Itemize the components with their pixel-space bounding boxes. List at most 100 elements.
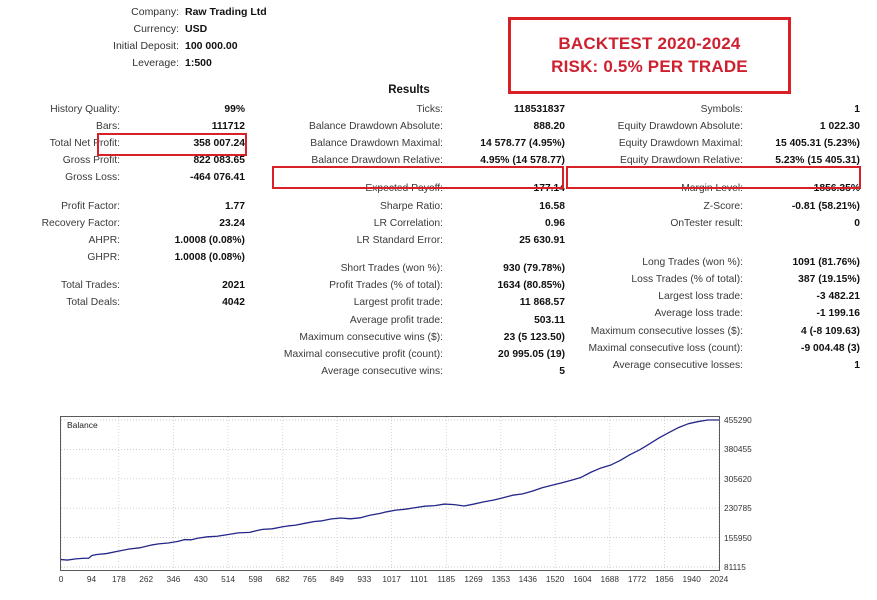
stat-value: 4.95% (14 578.77) [480, 155, 565, 167]
stat-row: Average consecutive losses: 1 [565, 357, 860, 374]
stat-label: Gross Profit: [62, 155, 120, 167]
stat-label: Margin Level: [681, 183, 743, 195]
stat-value: 1091 (81.76%) [792, 256, 860, 268]
stat-label: Total Deals: [66, 297, 120, 309]
stat-row: Profit Factor: 1.77 [2, 198, 245, 215]
stat-label: Z-Score: [703, 200, 743, 212]
account-label-currency: Currency: [133, 23, 179, 35]
stats-column-middle: Ticks: 118531837 Balance Drawdown Absolut… [265, 101, 565, 381]
balance-curve-svg [61, 417, 719, 570]
stat-label: Ticks: [416, 103, 443, 115]
chart-x-tick-label: 1185 [437, 574, 456, 584]
stat-row: Equity Drawdown Absolute: 1 022.30 [565, 118, 860, 135]
stat-row: Largest profit trade: 11 868.57 [265, 295, 565, 312]
stat-label: Short Trades (won %): [340, 263, 443, 275]
stat-row: Largest loss trade: -3 482.21 [565, 289, 860, 306]
chart-y-tick-label: 230785 [724, 503, 752, 514]
stat-row: Bars: 111712 [2, 118, 245, 135]
stat-value: 23.24 [219, 217, 245, 229]
account-value-company: Raw Trading Ltd [185, 6, 267, 18]
stat-row: Loss Trades (% of total): 387 (19.15%) [565, 272, 860, 289]
chart-x-tick-label: 1436 [518, 574, 538, 584]
stat-row: Margin Level: 1856.35% [565, 181, 860, 198]
stat-value: 15 405.31 (5.23%) [775, 137, 860, 149]
stats-spacer [565, 243, 860, 254]
stat-row: Average consecutive wins: 5 [265, 364, 565, 381]
stat-value: 118531837 [514, 103, 565, 115]
stats-spacer [565, 170, 860, 181]
chart-x-tick-label: 94 [86, 574, 97, 584]
stat-value: 1634 (80.85%) [497, 280, 565, 292]
stat-value: 358 007.24 [193, 137, 245, 149]
stat-row: Maximal consecutive loss (count): -9 004.… [565, 340, 860, 357]
stat-row: AHPR: 1.0008 (0.08%) [2, 232, 245, 249]
stat-value: 1.0008 (0.08%) [174, 252, 245, 264]
stat-label: Balance Drawdown Maximal: [310, 137, 443, 149]
stat-row: Short Trades (won %): 930 (79.78%) [265, 261, 565, 278]
stat-row: Gross Profit: 822 083.65 [2, 153, 245, 170]
chart-x-tick-label: 1940 [682, 574, 701, 584]
stat-label: Balance Drawdown Absolute: [309, 120, 443, 132]
stat-value: 2021 [222, 280, 245, 292]
stat-row: History Quality: 99% [2, 101, 245, 118]
balance-chart: Balance [60, 416, 720, 571]
stat-label: LR Standard Error: [356, 234, 443, 246]
stat-label: Maximal consecutive profit (count): [283, 349, 443, 361]
stat-label: Recovery Factor: [41, 217, 120, 229]
stat-value: -9 004.48 (3) [801, 342, 860, 354]
stat-label: Expected Payoff: [365, 183, 443, 195]
stat-label: Average profit trade: [349, 314, 443, 326]
account-info-block: Company: Raw Trading Ltd Currency: USD I… [0, 4, 420, 72]
stat-value: 1 022.30 [819, 120, 860, 132]
stats-spacer [2, 267, 245, 278]
stat-value: 930 (79.78%) [503, 263, 565, 275]
balance-line-series [61, 419, 719, 561]
stat-label: Maximum consecutive losses ($): [590, 325, 743, 337]
chart-x-tick-label: 765 [302, 574, 317, 584]
chart-x-tick-label: 0 [58, 574, 64, 584]
chart-x-tick-label: 2024 [709, 574, 729, 584]
callout-line-1: BACKTEST 2020-2024 [558, 34, 741, 53]
stat-row: GHPR: 1.0008 (0.08%) [2, 250, 245, 267]
chart-x-tick-label: 1017 [382, 574, 401, 584]
chart-x-tick-label: 430 [193, 574, 208, 584]
chart-y-axis-labels: 81115 155950 230785 305620 380455 455290 [724, 415, 784, 572]
stat-value: 1.77 [224, 200, 245, 212]
chart-gridlines [61, 417, 719, 570]
stat-label: Total Trades: [61, 280, 120, 292]
stat-label: Largest loss trade: [658, 291, 743, 303]
stat-label: Total Net Profit: [49, 137, 120, 149]
stat-label: Average loss trade: [654, 308, 743, 320]
stat-value: 0 [854, 217, 860, 229]
chart-y-tick-label: 155950 [724, 532, 752, 543]
stats-spacer [265, 170, 565, 181]
stat-row: LR Correlation: 0.96 [265, 215, 565, 232]
account-value-currency: USD [185, 23, 208, 35]
stat-row: Symbols: 1 [565, 101, 860, 118]
stat-value: 888.20 [533, 120, 566, 132]
stats-spacer [565, 232, 860, 243]
account-label-company: Company: [131, 6, 179, 18]
chart-x-tick-label: 1520 [545, 574, 565, 584]
stat-label: Profit Factor: [61, 200, 120, 212]
stat-label: Balance Drawdown Relative: [311, 155, 443, 167]
stat-value: -464 076.41 [190, 172, 245, 184]
stat-label: Equity Drawdown Maximal: [618, 137, 743, 149]
account-label-initial-deposit: Initial Deposit: [113, 40, 179, 52]
stat-value: 11 868.57 [519, 297, 565, 309]
stat-row-total-net-profit: Total Net Profit: 358 007.24 [2, 135, 245, 152]
chart-x-tick-label: 262 [139, 574, 154, 584]
stat-value: 5 [559, 366, 565, 378]
stats-table-middle: Ticks: 118531837 Balance Drawdown Absolut… [265, 101, 565, 381]
account-info-table: Company: Raw Trading Ltd Currency: USD I… [0, 4, 267, 72]
stat-row: Profit Trades (% of total): 1634 (80.85%) [265, 278, 565, 295]
chart-x-tick-label: 1772 [627, 574, 647, 584]
stat-label: Gross Loss: [65, 172, 120, 184]
chart-x-tick-label: 346 [166, 574, 181, 584]
chart-x-tick-label: 514 [221, 574, 236, 584]
stat-label: Average consecutive losses: [612, 360, 743, 372]
stat-value: 25 630.91 [519, 234, 565, 246]
stat-value: 1856.35% [813, 183, 860, 195]
stat-row: Ticks: 118531837 [265, 101, 565, 118]
account-label-leverage: Leverage: [132, 57, 179, 69]
